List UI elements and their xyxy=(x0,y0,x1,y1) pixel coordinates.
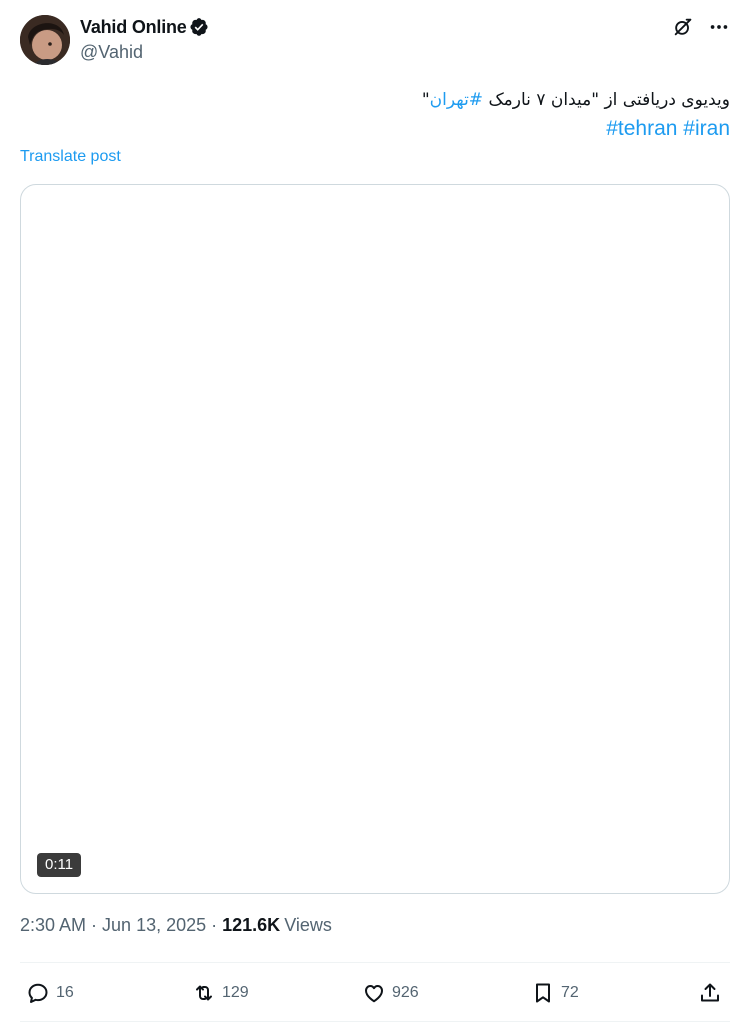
post-text: ویدیوی دریافتی از "میدان ۷ نارمک #تهران" xyxy=(30,86,730,114)
author-display-name[interactable]: Vahid Online xyxy=(80,17,187,38)
grok-icon[interactable] xyxy=(672,16,694,38)
post-date[interactable]: Jun 13, 2025 xyxy=(102,915,206,936)
avatar[interactable] xyxy=(20,15,70,65)
post-meta: 2:30 AM · Jun 13, 2025 · 121.6K Views xyxy=(20,915,332,936)
post-time[interactable]: 2:30 AM xyxy=(20,915,86,936)
translate-post-link[interactable]: Translate post xyxy=(20,148,121,166)
reply-count: 16 xyxy=(56,984,74,1001)
hashtag-tehran[interactable]: #tehran xyxy=(606,117,677,140)
hashtags-line: #tehran #iran xyxy=(606,114,730,144)
video-duration-badge: 0:11 xyxy=(37,853,82,877)
avatar-image xyxy=(20,15,70,65)
hashtag-iran[interactable]: #iran xyxy=(683,117,730,140)
meta-separator: · xyxy=(91,915,98,935)
post: Vahid Online @Vahid ویدیوی دریافتی از "م… xyxy=(0,0,750,1023)
more-icon[interactable] xyxy=(708,16,730,38)
heart-icon xyxy=(365,985,383,1003)
header-actions xyxy=(672,16,730,38)
reply-button[interactable]: 16 xyxy=(26,968,74,1018)
views-label: Views xyxy=(284,915,332,935)
bookmark-icon xyxy=(536,983,550,1003)
video-player[interactable]: 0:11 xyxy=(20,184,730,894)
divider xyxy=(20,962,730,963)
share-button[interactable] xyxy=(698,968,722,1018)
post-text-line: ویدیوی دریافتی از "میدان ۷ نارمک #تهران" xyxy=(30,86,730,114)
post-text-suffix: " xyxy=(421,90,430,110)
author-name-row[interactable]: Vahid Online xyxy=(80,16,209,38)
hashtag-tehran-fa[interactable]: #تهران xyxy=(430,90,483,110)
like-button[interactable]: 926 xyxy=(362,968,419,1018)
bookmark-count: 72 xyxy=(561,984,579,1001)
author-handle[interactable]: @Vahid xyxy=(80,42,143,63)
like-count: 926 xyxy=(392,984,419,1001)
views-count[interactable]: 121.6K xyxy=(222,915,280,936)
repost-icon xyxy=(196,985,212,1001)
share-icon xyxy=(701,983,719,1002)
verified-badge-icon[interactable] xyxy=(189,17,209,37)
post-text-prefix: ویدیوی دریافتی از "میدان ۷ نارمک xyxy=(483,90,730,110)
meta-separator: · xyxy=(211,915,218,935)
divider xyxy=(20,1021,730,1022)
repost-button[interactable]: 129 xyxy=(192,968,249,1018)
action-bar: 16 129 926 72 xyxy=(20,968,730,1018)
reply-icon xyxy=(28,983,48,1003)
repost-count: 129 xyxy=(222,984,249,1001)
bookmark-button[interactable]: 72 xyxy=(531,968,579,1018)
